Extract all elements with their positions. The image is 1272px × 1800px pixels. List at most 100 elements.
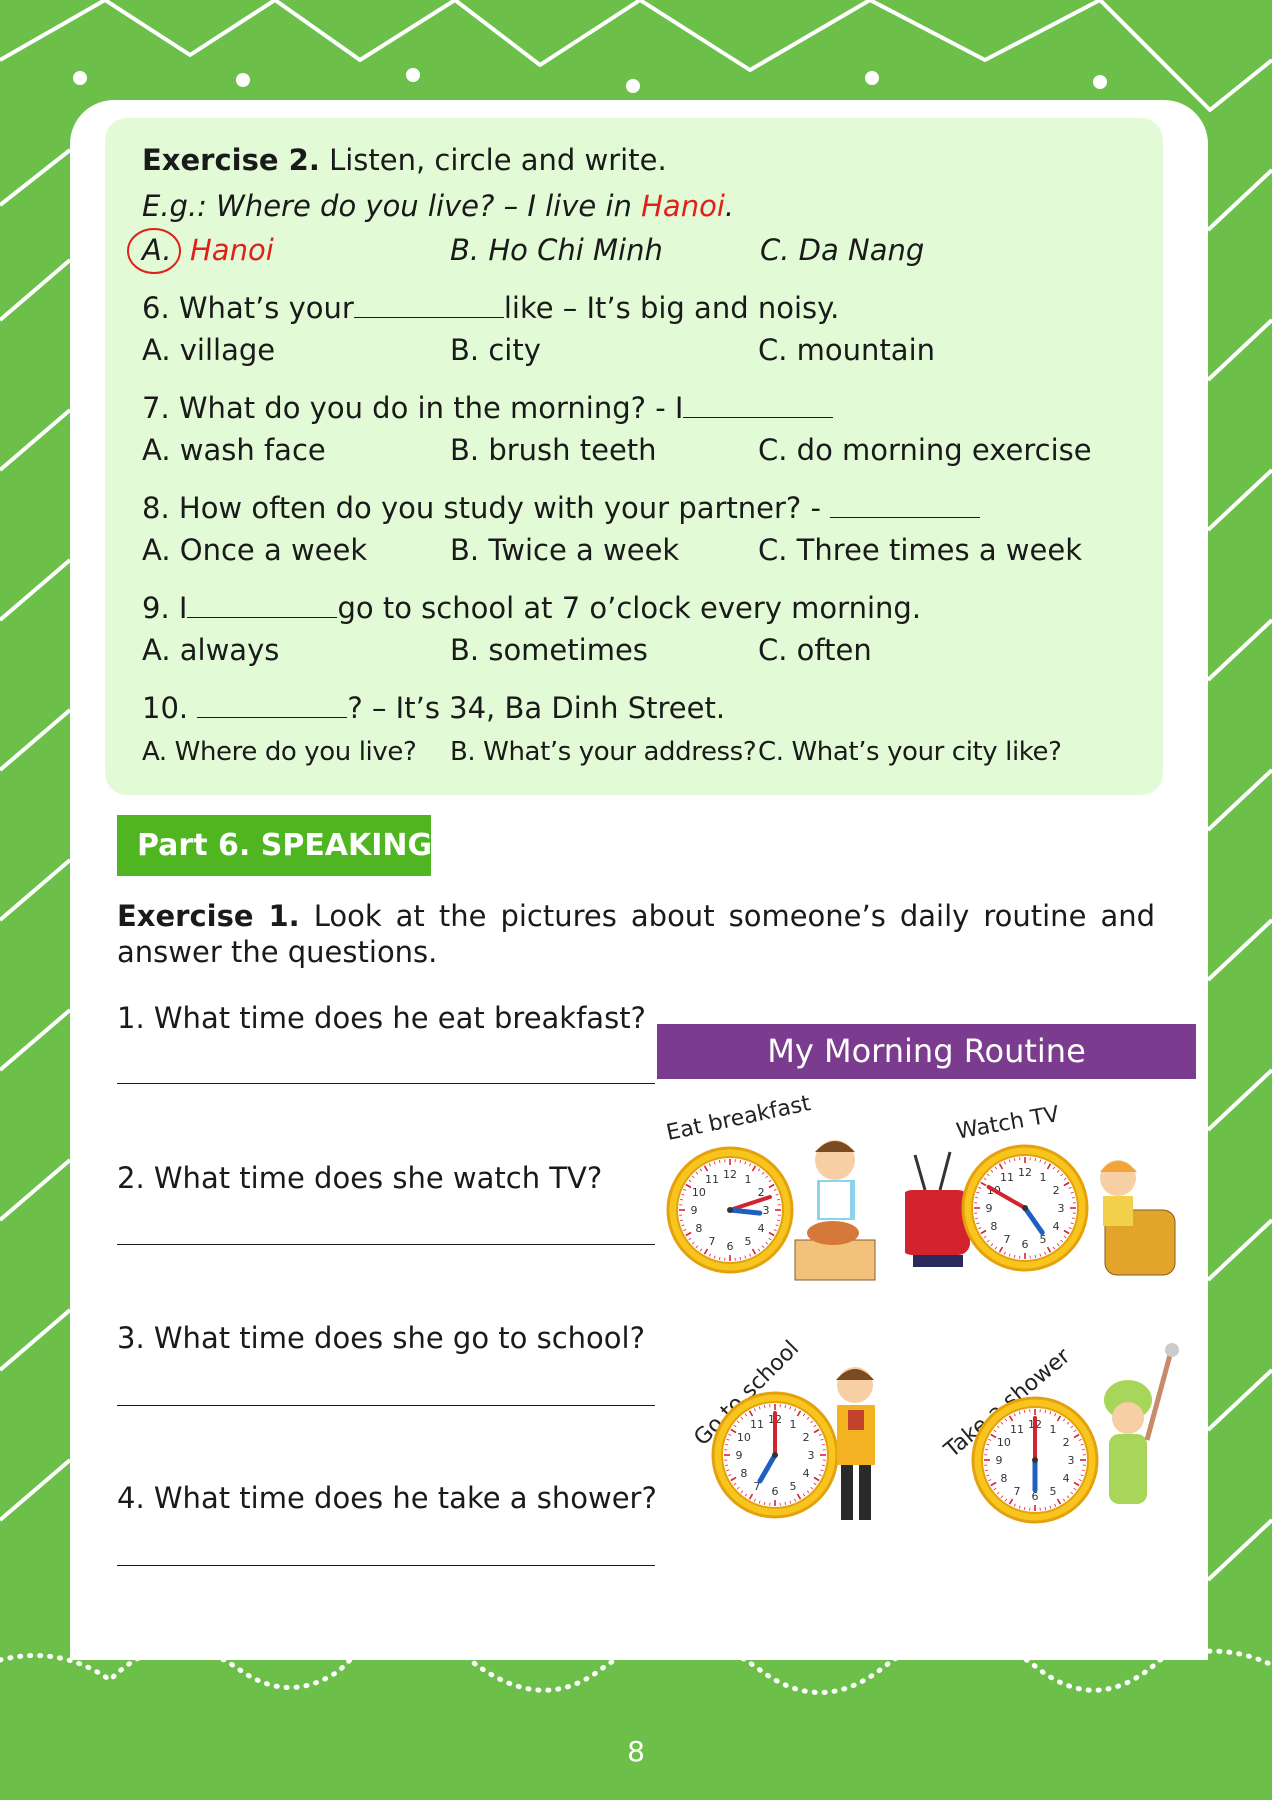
answer-line-4[interactable] bbox=[117, 1565, 655, 1566]
clock-number: 3 bbox=[1068, 1454, 1075, 1467]
clock-number: 4 bbox=[1063, 1472, 1070, 1485]
example-option-a-letter[interactable]: A. bbox=[142, 232, 172, 268]
question-10-text: 10. bbox=[142, 691, 198, 725]
schoolgirl-icon bbox=[836, 1367, 875, 1520]
clock-number: 1 bbox=[745, 1173, 752, 1186]
clock-number: 5 bbox=[790, 1480, 797, 1493]
example-option-c[interactable]: C. Da Nang bbox=[760, 232, 924, 268]
question-6-tail: like – It’s big and noisy. bbox=[503, 291, 840, 325]
example-answer: Hanoi bbox=[641, 189, 725, 223]
clock-number: 8 bbox=[695, 1222, 702, 1235]
clock-number: 10 bbox=[737, 1431, 751, 1444]
clock-number: 8 bbox=[1000, 1472, 1007, 1485]
go-to-school-picture: Go to school 121234567891011 bbox=[660, 1330, 910, 1540]
q6-option-b[interactable]: B. city bbox=[450, 332, 541, 368]
boy-shower-icon bbox=[1104, 1343, 1179, 1504]
speaking-question-3: 3. What time does she go to school? bbox=[117, 1321, 645, 1355]
question-7-text: 7. What do you do in the morning? - I bbox=[142, 391, 684, 425]
speaking-question-1: 1. What time does he eat breakfast? bbox=[117, 1001, 646, 1035]
answer-line-2[interactable] bbox=[117, 1244, 655, 1245]
answer-blank[interactable] bbox=[830, 491, 981, 518]
q9-option-b[interactable]: B. sometimes bbox=[450, 632, 648, 668]
q8-option-a[interactable]: A. Once a week bbox=[142, 532, 367, 568]
speaking-question-2: 2. What time does she watch TV? bbox=[117, 1161, 603, 1195]
eat-breakfast-picture: Eat breakfast 12 1 2 3 4 5 6 7 8 9 10 11 bbox=[655, 1090, 905, 1290]
clock-number: 5 bbox=[1040, 1233, 1047, 1246]
q9-option-c[interactable]: C. often bbox=[758, 632, 872, 668]
caption-eat-breakfast: Eat breakfast bbox=[664, 1091, 813, 1146]
clock-icon: 121234567891011 bbox=[711, 1391, 839, 1519]
clock-number: 12 bbox=[723, 1168, 737, 1181]
boy-eating-icon bbox=[794, 1140, 876, 1281]
clock-icon: 121234567891011 bbox=[961, 1144, 1089, 1272]
caption-watch-tv: Watch TV bbox=[954, 1102, 1061, 1145]
clock-number: 3 bbox=[808, 1449, 815, 1462]
answer-line-3[interactable] bbox=[117, 1405, 655, 1406]
example-option-a-text[interactable]: Hanoi bbox=[190, 232, 274, 268]
question-8: 8. How often do you study with your part… bbox=[142, 490, 981, 526]
clock-number: 4 bbox=[803, 1467, 810, 1480]
clock-number: 4 bbox=[758, 1222, 765, 1235]
answer-blank[interactable] bbox=[353, 291, 504, 318]
q6-option-c[interactable]: C. mountain bbox=[758, 332, 935, 368]
clock-icon: 121234567891011 bbox=[971, 1396, 1099, 1524]
exercise1-label: Exercise 1. bbox=[117, 899, 300, 933]
speaking-question-4: 4. What time does he take a shower? bbox=[117, 1481, 657, 1515]
answer-blank[interactable] bbox=[187, 591, 338, 618]
clock-hour-hand bbox=[727, 1207, 763, 1216]
clock-number: 6 bbox=[1022, 1238, 1029, 1251]
clock-number: 11 bbox=[1000, 1171, 1014, 1184]
watch-tv-picture: Watch TV 121234567891011 bbox=[905, 1090, 1195, 1290]
example-suffix: . bbox=[724, 189, 735, 223]
exercise2-heading: Exercise 2. Listen, circle and write. bbox=[142, 142, 667, 178]
q7-option-b[interactable]: B. brush teeth bbox=[450, 432, 657, 468]
clock-number: 1 bbox=[1040, 1171, 1047, 1184]
q10-option-c[interactable]: C. What’s your city like? bbox=[758, 734, 1062, 770]
clock-number: 9 bbox=[996, 1454, 1003, 1467]
clock-number: 2 bbox=[803, 1431, 810, 1444]
answer-blank[interactable] bbox=[683, 391, 834, 418]
routine-banner: My Morning Routine bbox=[657, 1024, 1196, 1079]
example-option-b[interactable]: B. Ho Chi Minh bbox=[450, 232, 663, 268]
clock-number: 8 bbox=[740, 1467, 747, 1480]
clock-number: 3 bbox=[763, 1204, 770, 1217]
clock-number: 9 bbox=[986, 1202, 993, 1215]
question-10-tail: ? – It’s 34, Ba Dinh Street. bbox=[347, 691, 726, 725]
q10-option-b[interactable]: B. What’s your address? bbox=[450, 734, 757, 770]
q10-option-a[interactable]: A. Where do you live? bbox=[142, 734, 417, 770]
clock-number: 1 bbox=[1050, 1423, 1057, 1436]
clock-number: 9 bbox=[691, 1204, 698, 1217]
tv-icon bbox=[905, 1151, 970, 1267]
clock-number: 6 bbox=[772, 1485, 779, 1498]
clock-icon: 121234567891011 bbox=[666, 1146, 794, 1274]
q6-option-a[interactable]: A. village bbox=[142, 332, 275, 368]
exercise2-instruction: Listen, circle and write. bbox=[329, 143, 667, 177]
q8-option-b[interactable]: B. Twice a week bbox=[450, 532, 679, 568]
answer-blank[interactable] bbox=[197, 691, 348, 718]
clock-number: 1 bbox=[790, 1418, 797, 1431]
exercise2-label: Exercise 2. bbox=[142, 143, 320, 177]
question-6: 6. What’s your like – It’s big and noisy. bbox=[142, 290, 839, 326]
question-6-text: 6. What’s your bbox=[142, 291, 354, 325]
clock-number: 12 bbox=[1018, 1166, 1032, 1179]
clock-number: 3 bbox=[1058, 1202, 1065, 1215]
exercise1-heading: Exercise 1. Look at the pictures about s… bbox=[117, 898, 1155, 970]
q9-option-a[interactable]: A. always bbox=[142, 632, 279, 668]
part6-header: Part 6. SPEAKING bbox=[117, 815, 432, 876]
clock-number: 10 bbox=[692, 1186, 706, 1199]
clock-number: 5 bbox=[1050, 1485, 1057, 1498]
clock-number: 4 bbox=[1053, 1220, 1060, 1233]
q7-option-c[interactable]: C. do morning exercise bbox=[758, 432, 1092, 468]
answer-line-1[interactable] bbox=[117, 1083, 655, 1084]
question-10: 10. ? – It’s 34, Ba Dinh Street. bbox=[142, 690, 725, 726]
clock-number: 9 bbox=[736, 1449, 743, 1462]
clock-number: 11 bbox=[750, 1418, 764, 1431]
question-9-text: 9. I bbox=[142, 591, 188, 625]
clock-number: 11 bbox=[1010, 1423, 1024, 1436]
q7-option-a[interactable]: A. wash face bbox=[142, 432, 326, 468]
clock-number: 6 bbox=[727, 1240, 734, 1253]
q8-option-c[interactable]: C. Three times a week bbox=[758, 532, 1082, 568]
clock-number: 5 bbox=[745, 1235, 752, 1248]
clock-number: 10 bbox=[997, 1436, 1011, 1449]
question-8-text: 8. How often do you study with your part… bbox=[142, 491, 831, 525]
